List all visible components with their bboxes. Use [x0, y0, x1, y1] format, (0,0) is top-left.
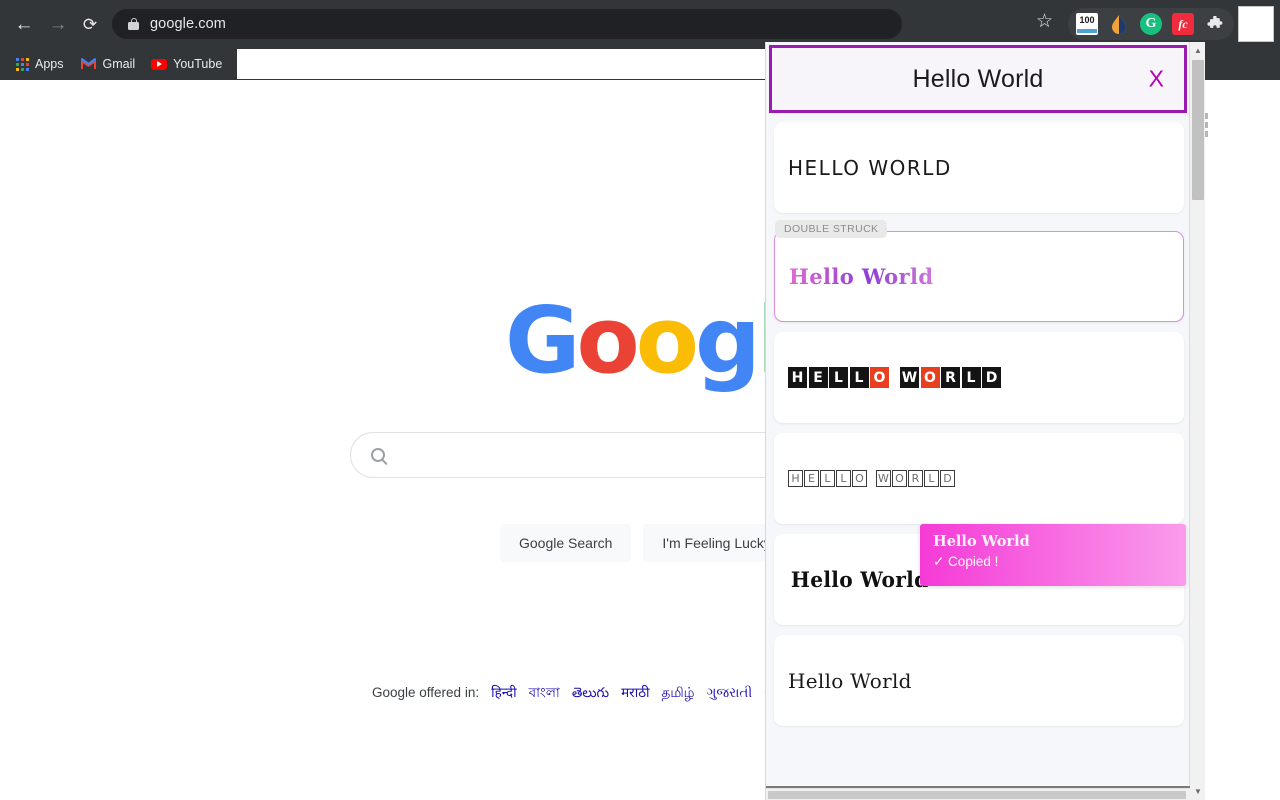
font-style-card[interactable]: Hello World — [774, 635, 1184, 726]
language-link[interactable]: বাংলা — [529, 682, 560, 705]
font-style-card[interactable]: H E L L O W O R L D — [774, 433, 1184, 524]
popup-vertical-scrollbar[interactable]: ▲ ▼ — [1189, 42, 1205, 800]
font-style-list: HELLO WORLD DOUBLE STRUCK Hello World H … — [769, 122, 1189, 786]
boxed-letter: R — [908, 470, 923, 487]
google-offered-in: Google offered in: हिन्दी বাংলা తెలుగు म… — [372, 682, 770, 705]
gmail-icon — [80, 57, 97, 72]
language-link[interactable]: ગુજરાતી — [707, 685, 753, 701]
bookmark-star-icon[interactable]: ☆ — [1036, 12, 1053, 31]
extension-popup-anchor[interactable] — [1238, 6, 1274, 42]
scroll-down-icon[interactable]: ▼ — [1190, 783, 1205, 800]
copied-toast: Hello World ✓ Copied ! — [920, 524, 1186, 586]
boxed-letter: E — [804, 470, 819, 487]
bookmark-gmail[interactable]: Gmail — [72, 53, 144, 76]
boxed-letter: W — [876, 470, 891, 487]
language-link[interactable]: தமிழ் — [662, 685, 695, 703]
boxed-letter: L — [962, 367, 981, 388]
boxed-letter: O — [870, 367, 889, 388]
scrollbar-thumb[interactable] — [1192, 60, 1204, 200]
bookmark-apps[interactable]: Apps — [8, 53, 72, 75]
counter-100-extension-icon[interactable]: 100 — [1076, 13, 1098, 35]
boxed-letter: L — [836, 470, 851, 487]
boxed-letter: O — [921, 367, 940, 388]
reload-icon[interactable]: ⟳ — [76, 10, 104, 38]
boxed-letter: D — [940, 470, 955, 487]
lock-icon — [128, 18, 139, 30]
boxed-letter: L — [820, 470, 835, 487]
boxed-letter: D — [982, 367, 1001, 388]
bookmark-youtube-label: YouTube — [173, 57, 222, 71]
font-style-card[interactable]: H E L L O W O R L D — [774, 332, 1184, 423]
bookmark-apps-label: Apps — [35, 57, 64, 71]
boxed-letter: H — [788, 367, 807, 388]
search-icon — [371, 448, 385, 462]
puzzle-extensions-menu-icon[interactable] — [1204, 13, 1226, 35]
forward-icon[interactable]: → — [44, 10, 72, 38]
logo-letter: G — [505, 287, 577, 394]
browser-toolbar: ← → ⟳ google.com ☆ 100 G — [0, 0, 1280, 48]
font-style-preview: H E L L O W O R L D — [788, 367, 1001, 388]
toast-title: Hello World — [933, 533, 1186, 552]
font-style-card-double-struck[interactable]: DOUBLE STRUCK Hello World — [774, 231, 1184, 322]
language-link[interactable]: हिन्दी — [491, 683, 517, 701]
font-style-preview: HELLO WORLD — [788, 156, 952, 180]
popup-horizontal-scrollbar[interactable] — [766, 788, 1190, 800]
scrollbar-thumb-horizontal[interactable] — [768, 791, 1186, 799]
counter-100-label: 100 — [1079, 15, 1094, 25]
screen: ← → ⟳ google.com ☆ 100 G — [0, 0, 1280, 800]
back-icon[interactable]: ← — [10, 10, 38, 38]
boxed-letter: L — [850, 367, 869, 388]
font-style-card[interactable]: HELLO WORLD — [774, 122, 1184, 213]
logo-letter: o — [636, 287, 695, 394]
font-style-preview: Hello World — [791, 567, 929, 592]
boxed-letter: H — [788, 470, 803, 487]
fontchanger-extension-icon[interactable]: fc — [1172, 13, 1194, 35]
logo-letter: g — [695, 287, 757, 394]
bookmark-youtube[interactable]: YouTube — [143, 53, 230, 75]
boxed-letter: O — [852, 470, 867, 487]
address-bar-url: google.com — [150, 16, 226, 32]
boxed-letter: L — [829, 367, 848, 388]
boxed-letter: W — [900, 367, 919, 388]
font-style-preview: Hello World — [788, 669, 912, 693]
grammar-drop-extension-icon[interactable] — [1108, 13, 1130, 35]
close-icon[interactable]: X — [1149, 68, 1164, 91]
address-bar[interactable]: google.com — [112, 9, 902, 39]
bookmark-gmail-label: Gmail — [103, 57, 136, 71]
offered-label: Google offered in: — [372, 685, 479, 700]
font-style-preview: H E L L O W O R L D — [788, 470, 955, 487]
boxed-space — [891, 367, 899, 388]
extension-tray: 100 G fc — [1068, 8, 1234, 40]
popup-header: Hello World X — [769, 45, 1187, 113]
logo-letter: o — [577, 287, 636, 394]
fontchanger-label: fc — [1178, 17, 1187, 32]
font-changer-popup: Hello World X HELLO WORLD DOUBLE STRUCK … — [765, 42, 1205, 800]
boxed-letter: L — [924, 470, 939, 487]
google-action-buttons: Google Search I'm Feeling Lucky — [500, 524, 790, 562]
google-search-button[interactable]: Google Search — [500, 524, 631, 562]
language-link[interactable]: मराठी — [621, 683, 649, 701]
boxed-letter: O — [892, 470, 907, 487]
font-style-preview: Hello World — [789, 264, 933, 289]
grammarly-extension-icon[interactable]: G — [1140, 13, 1162, 35]
apps-grid-icon — [16, 58, 29, 71]
boxed-letter: R — [941, 367, 960, 388]
font-style-tag: DOUBLE STRUCK — [775, 220, 887, 238]
grammarly-label: G — [1146, 16, 1157, 32]
boxed-space — [868, 470, 875, 487]
toast-message: ✓ Copied ! — [933, 552, 1186, 572]
popup-title: Hello World — [913, 65, 1044, 94]
boxed-letter: E — [809, 367, 828, 388]
youtube-icon — [151, 59, 167, 70]
scroll-up-icon[interactable]: ▲ — [1190, 42, 1205, 59]
language-link[interactable]: తెలుగు — [572, 685, 609, 704]
